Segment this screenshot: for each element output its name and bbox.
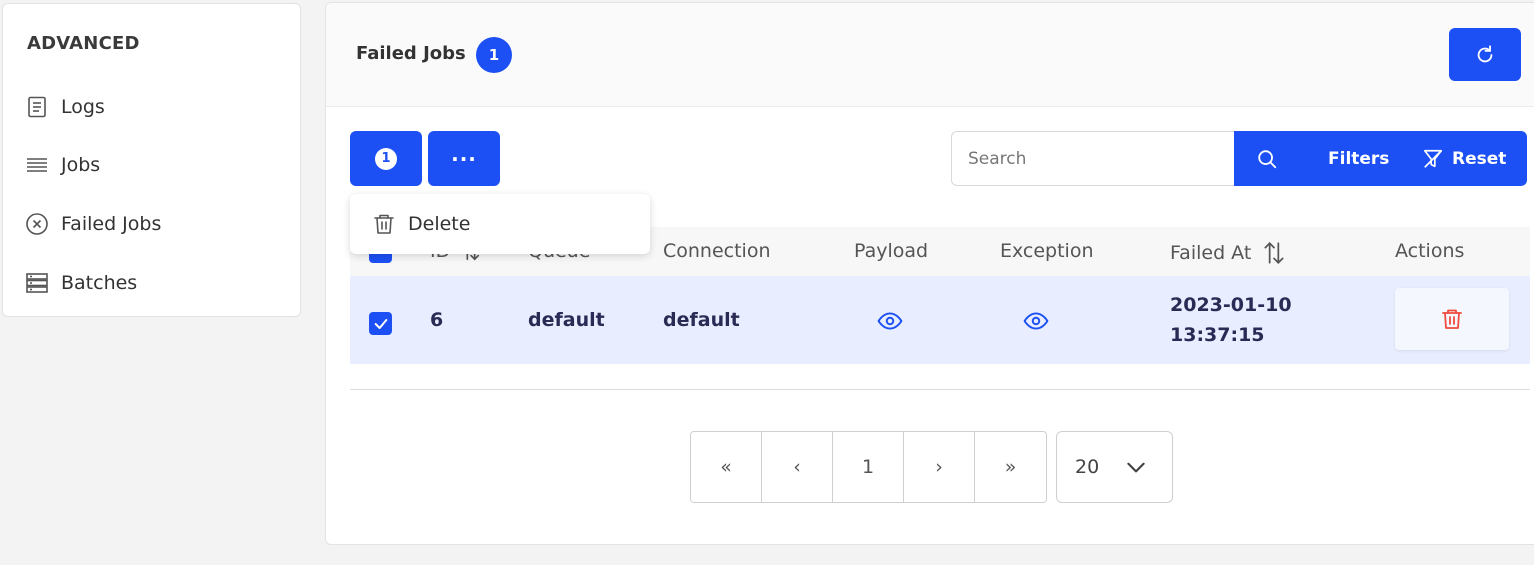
column-header-actions: Actions <box>1395 240 1465 262</box>
sidebar-title: ADVANCED <box>27 33 140 54</box>
search-actions: Filters Reset <box>1234 131 1527 186</box>
sidebar-item-logs[interactable]: Logs <box>25 92 105 122</box>
first-page-button[interactable]: « <box>691 432 762 502</box>
refresh-icon <box>1477 44 1493 62</box>
per-page-select[interactable]: 20 <box>1056 431 1173 503</box>
server-icon <box>26 273 48 293</box>
cell-failed-at-date: 2023-01-10 <box>1170 294 1292 316</box>
list-icon <box>27 158 47 172</box>
reset-label: Reset <box>1452 148 1507 169</box>
search-input[interactable] <box>951 131 1236 186</box>
sidebar-item-batches[interactable]: Batches <box>25 268 137 298</box>
column-header-failed-at[interactable]: Failed At <box>1170 240 1287 266</box>
cell-connection: default <box>663 309 740 331</box>
document-icon <box>28 96 46 118</box>
prev-page-button[interactable]: ‹ <box>762 432 833 502</box>
delete-row-button[interactable] <box>1395 288 1509 350</box>
chevron-down-icon <box>1127 462 1145 473</box>
sidebar-item-label: Batches <box>61 272 138 294</box>
circle-x-icon <box>26 213 48 235</box>
last-page-button[interactable]: » <box>975 432 1046 502</box>
sort-icon <box>1264 242 1284 264</box>
view-exception-icon[interactable] <box>1023 308 1049 334</box>
view-payload-icon[interactable] <box>877 308 903 334</box>
refresh-button[interactable] <box>1449 28 1521 81</box>
cell-id: 6 <box>430 309 444 331</box>
cell-queue: default <box>528 309 605 331</box>
pagination: « ‹ 1 › » <box>690 431 1047 503</box>
cell-failed-at-time: 13:37:15 <box>1170 324 1265 346</box>
selected-count: 1 <box>375 147 397 170</box>
table-divider <box>350 389 1530 390</box>
trash-icon <box>374 214 394 234</box>
sidebar-item-jobs[interactable]: Jobs <box>25 150 100 180</box>
table-row[interactable]: 6 default default 2023-01-10 13:37:15 <box>350 276 1530 364</box>
more-actions-button[interactable]: ··· <box>428 131 500 186</box>
sidebar-item-failed-jobs[interactable]: Failed Jobs <box>25 209 161 239</box>
selected-count-button[interactable]: 1 <box>350 131 422 186</box>
reset-button[interactable]: Reset <box>1422 131 1506 186</box>
check-icon <box>374 318 387 329</box>
filter-off-icon <box>1423 149 1443 168</box>
column-header-exception: Exception <box>1000 240 1094 262</box>
sidebar-item-label: Failed Jobs <box>61 213 162 235</box>
page-header: Failed Jobs 1 <box>326 3 1534 107</box>
trash-icon <box>1442 309 1462 329</box>
filters-button[interactable]: Filters <box>1328 131 1389 186</box>
page-title: Failed Jobs <box>356 43 466 64</box>
current-page[interactable]: 1 <box>833 432 904 502</box>
row-checkbox[interactable] <box>369 312 392 335</box>
search-icon <box>1258 149 1277 168</box>
sidebar-item-label: Logs <box>61 96 105 118</box>
per-page-value: 20 <box>1075 456 1100 478</box>
sidebar: ADVANCED Logs Jobs Failed Jobs Batches <box>2 3 301 317</box>
count-badge: 1 <box>476 37 512 73</box>
bulk-actions-menu-delete[interactable]: Delete <box>350 194 650 254</box>
search-button[interactable] <box>1256 131 1278 186</box>
main-panel: Failed Jobs 1 1 ··· Filters Reset ID <box>325 2 1534 545</box>
column-header-connection: Connection <box>663 240 771 262</box>
column-header-payload: Payload <box>854 240 929 262</box>
delete-label: Delete <box>408 213 471 235</box>
sidebar-item-label: Jobs <box>61 154 101 176</box>
next-page-button[interactable]: › <box>904 432 975 502</box>
